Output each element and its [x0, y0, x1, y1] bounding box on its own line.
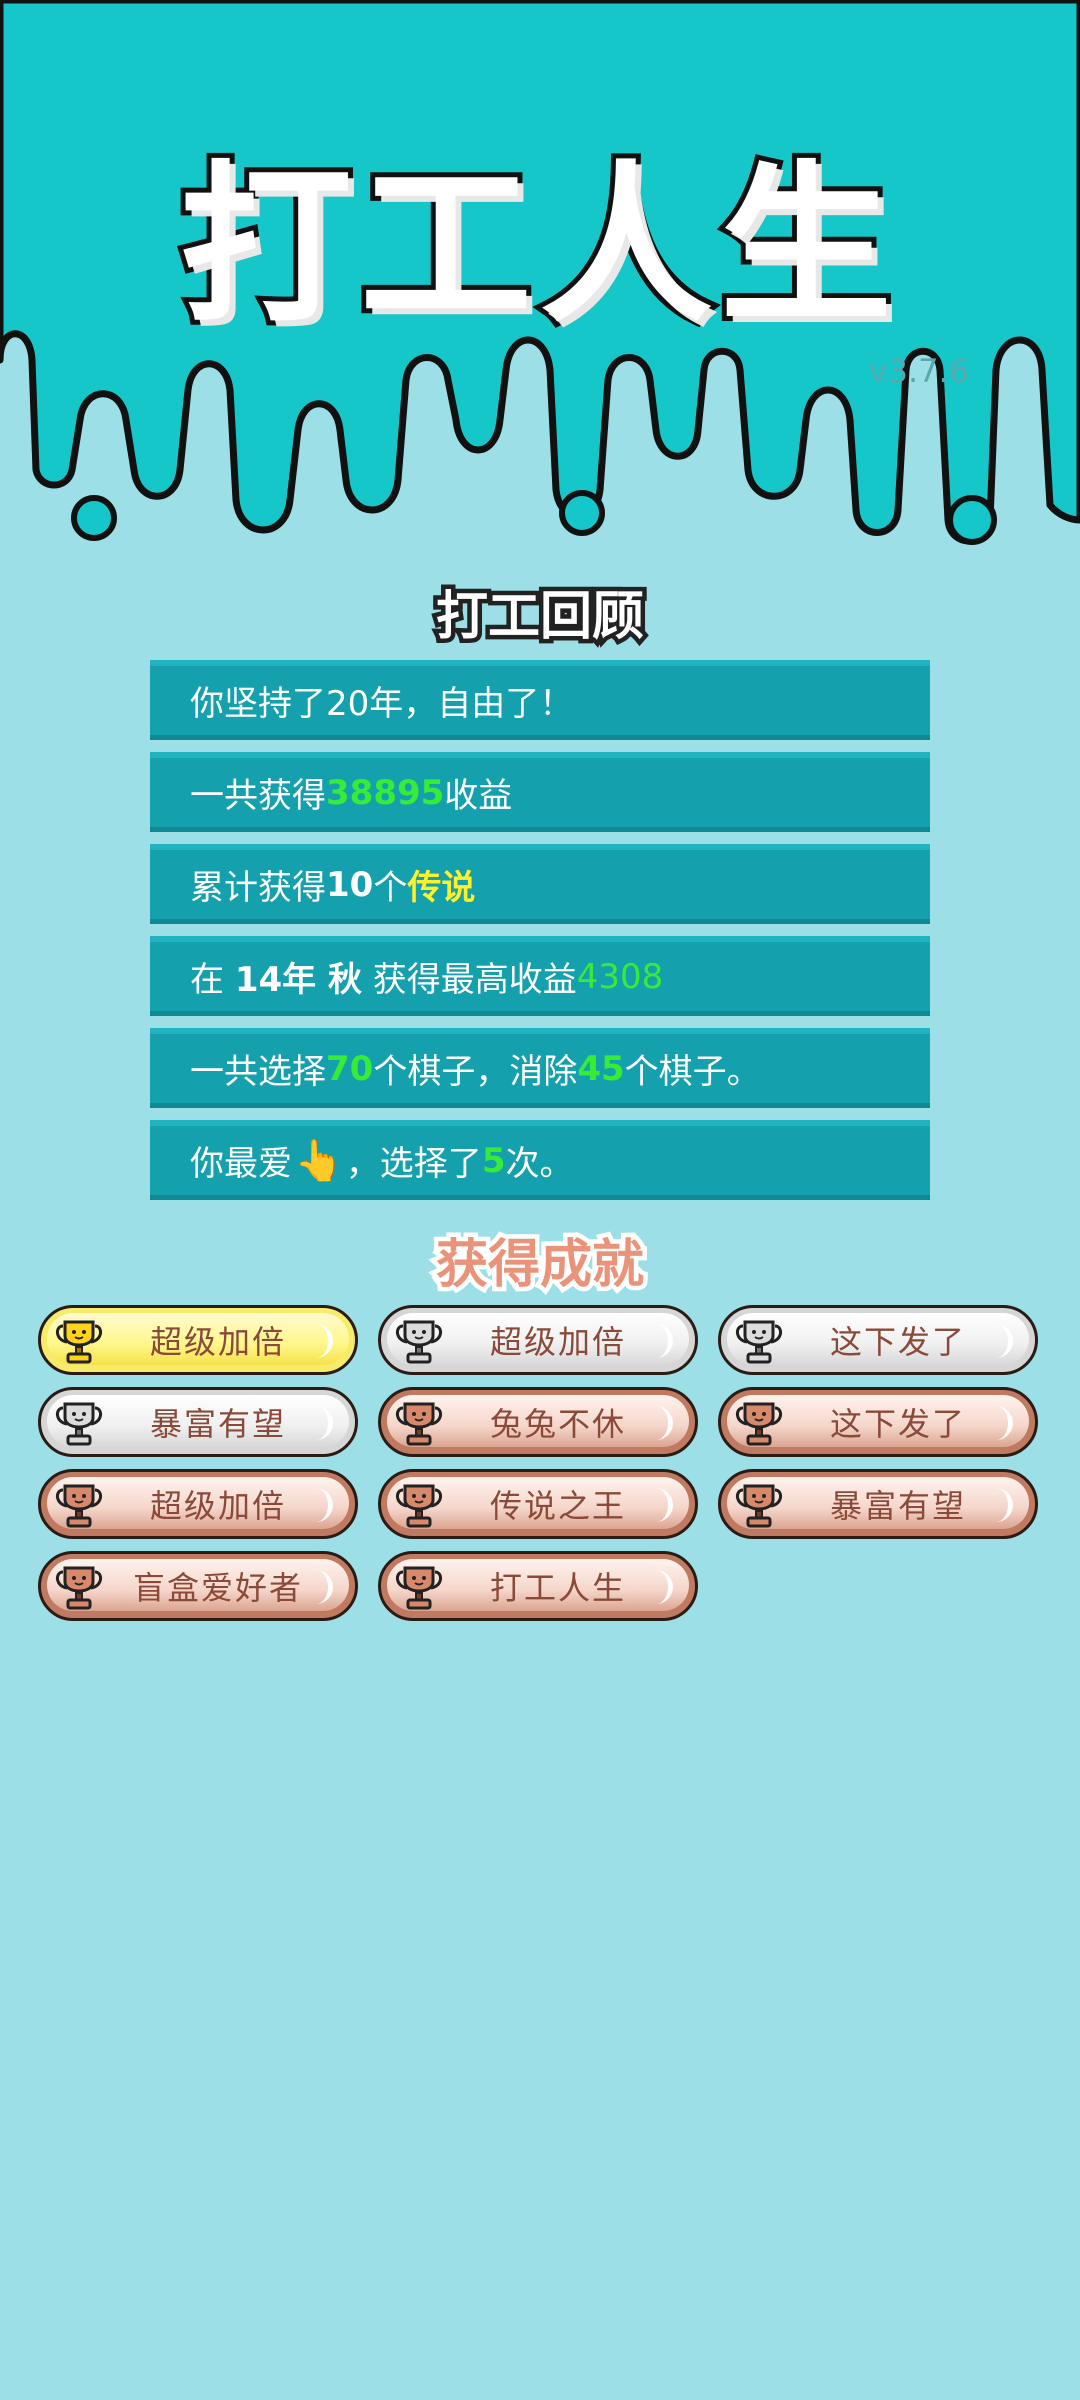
trophy-icon — [396, 1402, 442, 1446]
trophy-icon — [56, 1566, 102, 1610]
achievement-badge[interactable]: 超级加倍 — [38, 1469, 358, 1539]
review-text: 在 — [190, 960, 235, 1000]
achievement-label: 传说之王 — [489, 1487, 626, 1525]
trophy-icon — [396, 1566, 442, 1610]
achievements-title: 获得成就 — [431, 1231, 648, 1300]
review-text: 10 — [326, 864, 374, 905]
trophy-icon — [396, 1484, 442, 1528]
review-text: 45 — [577, 1048, 625, 1089]
achievement-label: 这下发了 — [829, 1405, 966, 1443]
review-row: 你最爱 👆 ，选择了 5 次。 — [150, 1120, 930, 1200]
achievement-label: 打工人生 — [489, 1569, 626, 1607]
review-row: 你坚持了20年，自由了！ — [150, 660, 930, 740]
review-text: 个棋子，消除 — [373, 1052, 578, 1092]
pointing-hand-icon: 👆 — [294, 1138, 344, 1184]
drip-drop — [559, 490, 605, 536]
trophy-icon — [56, 1320, 102, 1364]
review-text: 个棋子。 — [624, 1052, 761, 1092]
achievement-label: 暴富有望 — [149, 1405, 286, 1443]
review-text: 你最爱 — [190, 1144, 292, 1184]
achievement-label: 超级加倍 — [149, 1487, 286, 1525]
achievement-badge[interactable]: 暴富有望 — [718, 1469, 1038, 1539]
achievement-badge[interactable]: 暴富有望 — [38, 1387, 358, 1457]
review-text: 收益 — [444, 776, 513, 816]
achievement-badge[interactable]: 这下发了 — [718, 1387, 1038, 1457]
trophy-icon — [56, 1484, 102, 1528]
achievement-label: 暴富有望 — [829, 1487, 966, 1525]
achievement-label: 盲盒爱好者 — [132, 1569, 303, 1607]
achievement-label: 超级加倍 — [149, 1323, 286, 1361]
trophy-icon — [736, 1402, 782, 1446]
achievement-badge[interactable]: 这下发了 — [718, 1305, 1038, 1375]
review-text: 14年 秋 — [234, 960, 362, 1000]
review-text: 累计获得 — [190, 868, 326, 908]
review-text: 一共获得 — [190, 776, 326, 816]
achievement-badge[interactable]: 超级加倍 — [378, 1305, 698, 1375]
review-text: 次。 — [505, 1144, 574, 1184]
review-text: 38895 — [326, 772, 445, 813]
review-row: 在 14年 秋 获得最高收益 4308 — [150, 936, 930, 1016]
review-text: 5 — [481, 1140, 506, 1181]
achievement-badge[interactable]: 打工人生 — [378, 1551, 698, 1621]
review-text: 个 — [373, 868, 408, 908]
review-row: 累计获得 10 个传说 — [150, 844, 930, 924]
review-row: 一共选择 70 个棋子，消除 45 个棋子。 — [150, 1028, 930, 1108]
achievement-label: 这下发了 — [829, 1323, 966, 1361]
trophy-icon — [56, 1402, 102, 1446]
review-title: 打工回顾 — [431, 583, 648, 652]
drip-drop — [947, 495, 997, 545]
review-list: 你坚持了20年，自由了！ 一共获得 38895 收益 累计获得 10 个传说在 14年 秋 … — [150, 660, 930, 1212]
version-label: v3.7.6 — [868, 352, 969, 390]
review-row: 一共获得 38895 收益 — [150, 752, 930, 832]
review-text: 一共选择 — [190, 1052, 326, 1092]
review-text: 70 — [326, 1048, 374, 1089]
review-text: ，选择了 — [345, 1144, 482, 1184]
trophy-icon — [736, 1320, 782, 1364]
review-text: 你坚持了20年，自由了！ — [190, 684, 574, 724]
achievement-label: 兔兔不休 — [489, 1405, 626, 1443]
achievement-label: 超级加倍 — [489, 1323, 626, 1361]
header-banner: 打工人生 v3.7.6 — [0, 0, 1080, 560]
achievement-badge[interactable]: 传说之王 — [378, 1469, 698, 1539]
app-title: 打工人生 — [175, 140, 900, 351]
achievement-badge[interactable]: 盲盒爱好者 — [38, 1551, 358, 1621]
review-text: 4308 — [576, 956, 664, 997]
review-text: 传说 — [407, 868, 476, 908]
trophy-icon — [396, 1320, 442, 1364]
trophy-icon — [736, 1484, 782, 1528]
drip-drop — [71, 495, 117, 541]
review-text: 获得最高收益 — [361, 960, 577, 1000]
achievement-badge[interactable]: 兔兔不休 — [378, 1387, 698, 1457]
achievement-badge[interactable]: 超级加倍 — [38, 1305, 358, 1375]
